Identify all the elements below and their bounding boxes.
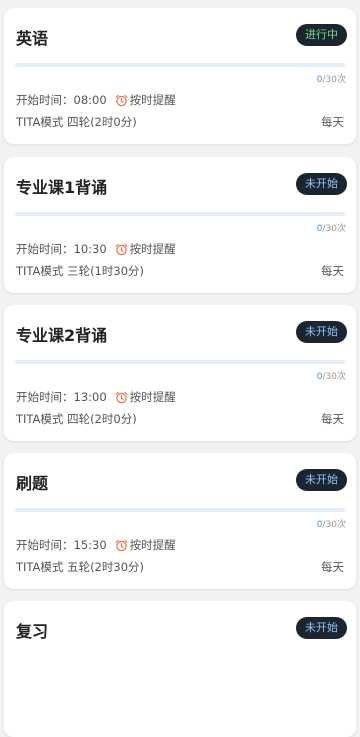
- status-badge[interactable]: 进行中: [296, 24, 347, 46]
- task-card-major2[interactable]: 专业课2背诵 未开始 0/30次 开始时间： 13:00 按时提醒 TITA模式 …: [4, 305, 356, 441]
- remind-label[interactable]: 按时提醒: [130, 92, 176, 108]
- mode-text: TITA模式 五轮(2时30分): [16, 560, 144, 574]
- start-time-label: 开始时间：: [16, 93, 74, 107]
- start-time-value: 10:30: [73, 242, 107, 256]
- start-time-row: 开始时间： 08:00 按时提醒: [16, 92, 176, 108]
- progress-count: 0/30次: [317, 221, 346, 234]
- status-badge[interactable]: 未开始: [296, 617, 347, 639]
- alarm-clock-icon: [115, 539, 128, 551]
- alarm-clock-icon: [115, 243, 128, 255]
- alarm-clock-icon: [115, 391, 128, 403]
- start-time-label: 开始时间：: [16, 538, 74, 552]
- start-time-value: 15:30: [73, 538, 107, 552]
- task-card-practice[interactable]: 刷题 未开始 0/30次 开始时间： 15:30 按时提醒 TITA模式 五轮(2…: [4, 453, 356, 589]
- status-badge[interactable]: 未开始: [296, 173, 347, 195]
- mode-text: TITA模式 四轮(2时0分): [16, 115, 137, 129]
- start-time-label: 开始时间：: [16, 390, 74, 404]
- start-time-label: 开始时间：: [16, 242, 74, 256]
- remind-label[interactable]: 按时提醒: [130, 389, 176, 405]
- start-time-row: 开始时间： 13:00 按时提醒: [16, 389, 176, 405]
- task-title: 复习: [16, 622, 49, 641]
- remind-label[interactable]: 按时提醒: [130, 241, 176, 257]
- progress-bar: [15, 63, 345, 67]
- progress-total: /30次: [322, 224, 347, 234]
- task-card-english[interactable]: 英语 进行中 0/30次 开始时间： 08:00 按时提醒 TITA模式 四轮(2…: [4, 8, 356, 144]
- frequency-text: 每天: [321, 115, 344, 129]
- start-time-value: 13:00: [73, 390, 107, 404]
- mode-text: TITA模式 三轮(1时30分): [16, 264, 144, 278]
- progress-total: /30次: [322, 75, 347, 85]
- start-time-row: 开始时间： 15:30 按时提醒: [16, 537, 176, 553]
- progress-total: /30次: [322, 520, 347, 530]
- task-card-major1[interactable]: 专业课1背诵 未开始 0/30次 开始时间： 10:30 按时提醒 TITA模式 …: [4, 157, 356, 293]
- frequency-text: 每天: [321, 264, 344, 278]
- start-time-value: 08:00: [73, 93, 107, 107]
- progress-count: 0/30次: [317, 369, 346, 382]
- task-title: 刷题: [16, 474, 49, 493]
- progress-count: 0/30次: [317, 517, 346, 530]
- task-title: 专业课1背诵: [16, 178, 108, 197]
- task-title: 专业课2背诵: [16, 326, 108, 345]
- progress-count: 0/30次: [317, 72, 346, 85]
- mode-text: TITA模式 四轮(2时0分): [16, 412, 137, 426]
- remind-label[interactable]: 按时提醒: [130, 537, 176, 553]
- task-card-review[interactable]: 复习 未开始: [4, 601, 356, 737]
- status-badge[interactable]: 未开始: [296, 321, 347, 343]
- start-time-row: 开始时间： 10:30 按时提醒: [16, 241, 176, 257]
- frequency-text: 每天: [321, 560, 344, 574]
- progress-bar: [15, 360, 345, 364]
- progress-bar: [15, 212, 345, 216]
- progress-total: /30次: [322, 372, 347, 382]
- alarm-clock-icon: [115, 94, 128, 106]
- progress-bar: [15, 508, 345, 512]
- frequency-text: 每天: [321, 412, 344, 426]
- task-title: 英语: [16, 29, 49, 48]
- status-badge[interactable]: 未开始: [296, 469, 347, 491]
